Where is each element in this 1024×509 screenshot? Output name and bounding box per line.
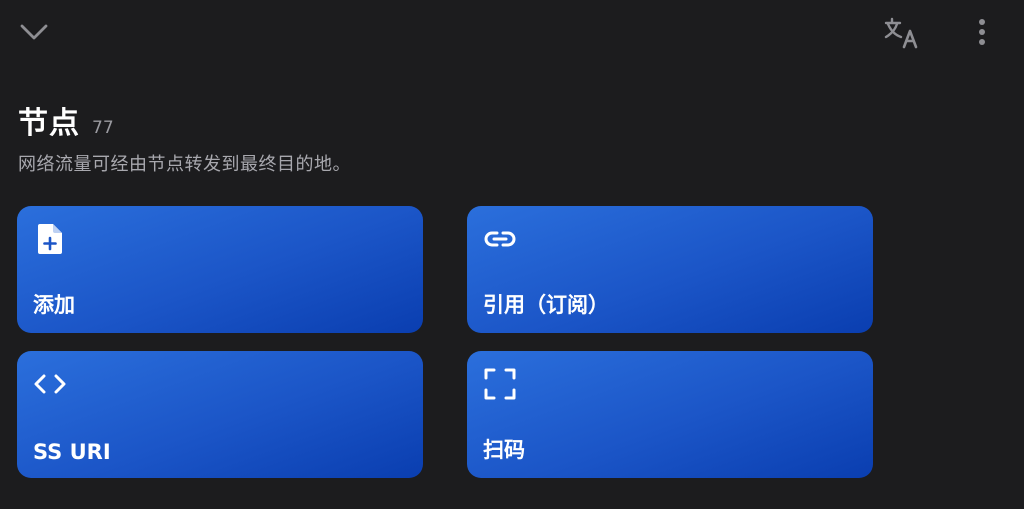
scan-icon [483,367,517,401]
translate-icon [884,17,918,49]
file-add-icon [33,222,67,256]
collapse-button[interactable] [14,14,54,50]
chevron-down-icon [20,24,48,40]
ss-uri-button[interactable]: SS URI [17,351,423,478]
scan-button[interactable]: 扫码 [467,351,873,478]
code-icon [33,367,67,401]
subscribe-label: 引用（订阅） [483,293,609,317]
ss-uri-label: SS URI [33,440,111,464]
section-header: 节点 77 [18,98,114,142]
add-node-button[interactable]: 添加 [17,206,423,333]
add-node-label: 添加 [33,293,75,317]
more-options-button[interactable] [962,12,1002,52]
section-description: 网络流量可经由节点转发到最终目的地。 [18,154,351,175]
node-count: 77 [92,118,114,138]
page-title: 节点 [18,106,80,141]
nodes-screen: 节点 77 网络流量可经由节点转发到最终目的地。 添加 引用（订阅） SS UR… [0,0,1024,509]
translate-button[interactable] [880,12,928,52]
scan-label: 扫码 [483,438,525,462]
subscribe-button[interactable]: 引用（订阅） [467,206,873,333]
link-icon [483,222,517,256]
more-vertical-icon [979,19,985,45]
